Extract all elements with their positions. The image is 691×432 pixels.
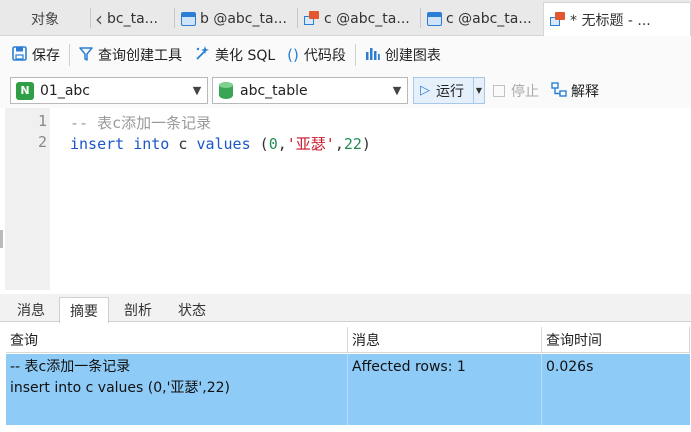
- table-icon: [181, 11, 196, 26]
- stop-icon: [493, 85, 505, 97]
- database-select[interactable]: abc_table ▼: [212, 77, 408, 104]
- tab-untitled-query[interactable]: * 无标题 - ...: [543, 2, 691, 36]
- magic-wand-icon: [194, 45, 210, 65]
- column-header-label: 消息: [352, 332, 380, 349]
- sql-punct: ): [361, 135, 371, 153]
- tab-c-query[interactable]: c @abc_ta...: [298, 3, 420, 34]
- results-grid: 查询 消息 查询时间 -- 表c添加一条记录 insert into c val…: [6, 327, 690, 427]
- beautify-sql-label: 美化 SQL: [215, 48, 276, 64]
- query-builder-label: 查询创建工具: [98, 48, 182, 64]
- tab-profile-label: 剖析: [124, 302, 152, 319]
- tab-label: * 无标题 - ...: [570, 12, 651, 29]
- run-label: 运行: [436, 83, 464, 100]
- line-number: 1: [37, 112, 47, 130]
- column-header-query[interactable]: 查询: [6, 327, 348, 353]
- line-number: 2: [37, 133, 47, 151]
- toolbar-divider: [69, 44, 70, 66]
- query-toolbar: 保存 查询创建工具 美化 SQL () 代码段 创建图表: [0, 36, 691, 74]
- tab-objects[interactable]: 对象: [0, 3, 90, 34]
- tab-summary-label: 摘要: [70, 303, 98, 320]
- tab-bc-table[interactable]: ‹ bc_ta...: [91, 3, 173, 34]
- save-icon: [12, 45, 27, 65]
- connection-row: N 01_abc ▼ abc_table ▼ ▷ 运行 ▼ 停止 解释: [0, 74, 691, 108]
- explain-icon: [551, 81, 567, 101]
- tab-profile[interactable]: 剖析: [113, 297, 163, 322]
- run-dropdown-icon[interactable]: ▼: [473, 78, 484, 103]
- code-snippet-label: 代码段: [303, 48, 346, 64]
- tab-label: b @abc_ta...: [200, 10, 287, 27]
- save-button[interactable]: 保存: [6, 40, 66, 70]
- connection-value: 01_abc: [40, 82, 90, 99]
- table-icon: [427, 11, 442, 26]
- bar-chart-icon: [365, 46, 380, 65]
- run-button[interactable]: ▷ 运行 ▼: [413, 77, 485, 104]
- save-label: 保存: [32, 48, 60, 64]
- query-builder-icon: [79, 46, 93, 65]
- editor-tab-strip: 对象 ‹ bc_ta... b @abc_ta... c @abc_ta... …: [0, 0, 691, 36]
- splitter-handle[interactable]: [0, 230, 3, 248]
- tab-objects-label: 对象: [31, 11, 59, 28]
- column-header-message[interactable]: 消息: [348, 327, 542, 353]
- query-icon: [304, 11, 320, 26]
- explain-label: 解释: [571, 84, 599, 100]
- sql-keyword: insert: [70, 135, 125, 153]
- sql-punct: (: [259, 135, 269, 153]
- create-chart-button[interactable]: 创建图表: [359, 40, 447, 70]
- tab-summary[interactable]: 摘要: [59, 297, 109, 323]
- tab-status[interactable]: 状态: [166, 297, 218, 322]
- sql-editor[interactable]: 1 2 -- 表c添加一条记录 insert into c values (0,…: [5, 108, 686, 290]
- line-number-gutter: 1 2: [5, 108, 50, 290]
- parentheses-icon: (): [287, 46, 299, 64]
- sql-number: 22: [343, 135, 362, 153]
- cell-time[interactable]: 0.026s: [542, 354, 690, 425]
- tab-c-table[interactable]: c @abc_ta...: [421, 3, 543, 34]
- sql-punct: ,: [334, 135, 344, 153]
- connection-select[interactable]: N 01_abc ▼: [10, 77, 208, 104]
- sql-keyword: values: [196, 135, 251, 153]
- play-icon: ▷: [420, 83, 430, 98]
- column-header-label: 查询: [10, 332, 38, 349]
- query-builder-button[interactable]: 查询创建工具: [73, 40, 188, 70]
- tab-label: bc_ta...: [107, 10, 159, 27]
- sql-string: '亚瑟': [286, 135, 335, 153]
- sql-punct: ,: [277, 135, 287, 153]
- column-header-time[interactable]: 查询时间: [542, 327, 690, 353]
- chevron-down-icon: ▼: [192, 84, 202, 97]
- stop-label: 停止: [511, 84, 539, 100]
- code-snippet-button[interactable]: () 代码段: [281, 40, 352, 70]
- sql-table-name: c: [178, 135, 188, 153]
- chevron-down-icon: ▼: [392, 84, 402, 97]
- code-line-comment: -- 表c添加一条记录: [70, 114, 212, 132]
- cell-query[interactable]: -- 表c添加一条记录 insert into c values (0,'亚瑟'…: [6, 354, 348, 425]
- database-icon: [219, 82, 233, 99]
- code-line-insert: insert into c values (0,'亚瑟',22): [70, 133, 371, 154]
- tab-label: c @abc_ta...: [446, 10, 532, 27]
- beautify-sql-button[interactable]: 美化 SQL: [188, 40, 281, 70]
- tab-messages-label: 消息: [17, 302, 45, 319]
- database-value: abc_table: [240, 82, 308, 99]
- stop-button[interactable]: 停止: [493, 81, 539, 101]
- tab-b-table[interactable]: b @abc_ta...: [175, 3, 297, 34]
- sql-keyword: into: [133, 135, 170, 153]
- result-tabs: 消息 摘要 剖析 状态: [0, 294, 691, 323]
- connection-icon: N: [16, 81, 34, 100]
- tab-status-label: 状态: [178, 302, 206, 319]
- query-icon: [550, 12, 566, 27]
- explain-button[interactable]: 解释: [551, 81, 599, 101]
- toolbar-divider: [354, 44, 356, 66]
- tab-messages[interactable]: 消息: [6, 297, 56, 322]
- column-header-label: 查询时间: [546, 332, 602, 349]
- scroll-left-icon[interactable]: ‹: [95, 9, 103, 29]
- create-chart-label: 创建图表: [384, 48, 441, 64]
- sql-number: 0: [268, 135, 278, 153]
- cell-message[interactable]: Affected rows: 1: [348, 354, 542, 425]
- tab-label: c @abc_ta...: [324, 10, 410, 27]
